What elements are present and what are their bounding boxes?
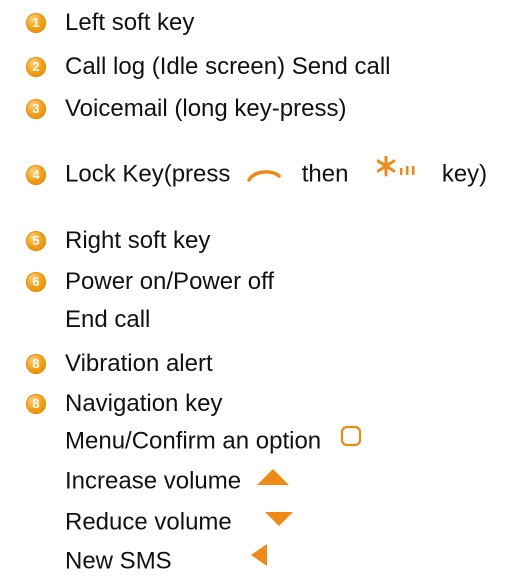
item-label: Menu/Confirm an option (65, 423, 362, 461)
number-badge-5: 5 (26, 231, 46, 251)
number-badge-6: 6 (26, 272, 46, 292)
item-label: Voicemail (long key-press) (65, 95, 347, 122)
left-arrow-icon (250, 543, 268, 577)
send-key-icon (247, 158, 281, 192)
item-label: Call log (Idle screen) Send call (65, 53, 391, 80)
item-label: Reduce volume (65, 503, 294, 543)
menu-confirm-label: Menu/Confirm an option (65, 427, 322, 455)
new-sms-label: New SMS (65, 547, 172, 575)
lock-key-label-end: key) (441, 160, 488, 188)
number-badge-8: 8 (26, 354, 46, 374)
number-badge-4: 4 (26, 165, 46, 185)
item-label: Power on/Power off (65, 268, 275, 295)
down-arrow-icon (264, 503, 294, 537)
item-label: Left soft key (65, 9, 195, 36)
item-label: End call (65, 306, 151, 333)
item-label: Right soft key (65, 227, 211, 254)
number-badge-3: 3 (26, 99, 46, 119)
increase-volume-label: Increase volume (65, 467, 242, 495)
item-label: Navigation key (65, 390, 223, 417)
up-arrow-icon (256, 462, 290, 496)
number-badge-1: 1 (26, 13, 46, 33)
lock-key-label-start: Lock Key(press (65, 160, 231, 188)
lock-key-label-middle: then (301, 160, 349, 188)
number-badge-8: 8 (26, 394, 46, 414)
confirm-square-icon (340, 423, 362, 457)
item-label: Increase volume (65, 462, 290, 502)
item-label: New SMS (65, 543, 268, 581)
item-label: Lock Key(press then key) (65, 154, 487, 196)
item-label: Vibration alert (65, 350, 213, 377)
number-badge-2: 2 (26, 57, 46, 77)
reduce-volume-label: Reduce volume (65, 508, 232, 536)
star-key-icon (376, 154, 421, 188)
